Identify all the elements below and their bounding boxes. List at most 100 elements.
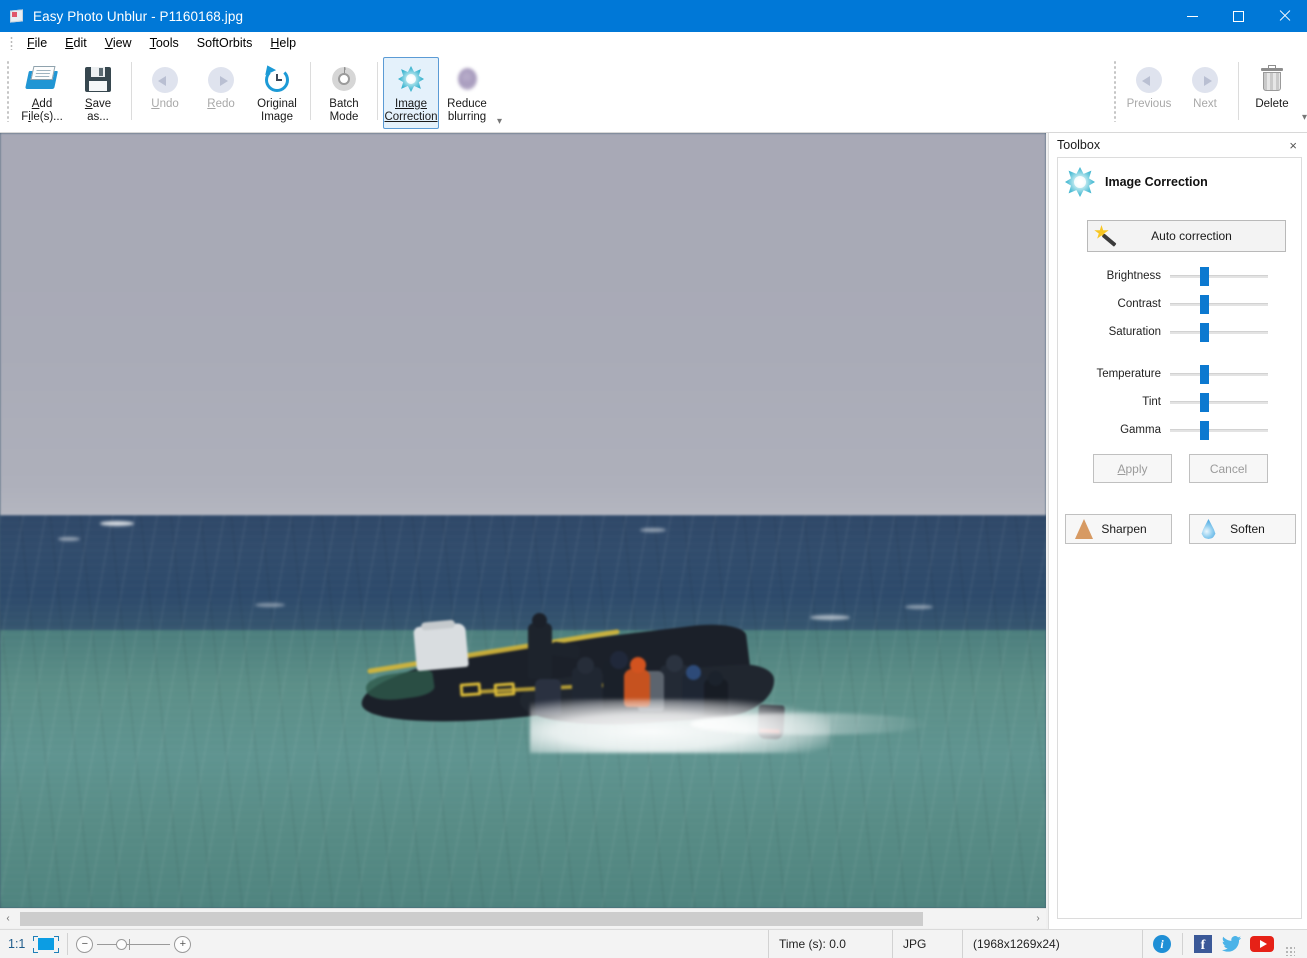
slider-contrast[interactable] xyxy=(1170,295,1268,313)
sharpen-button[interactable]: Sharpen xyxy=(1065,514,1172,544)
twitter-icon[interactable] xyxy=(1221,935,1241,953)
person-head xyxy=(577,657,594,674)
add-files-button[interactable]: AddFile(s)... xyxy=(14,57,70,129)
slider-thumb-gamma[interactable] xyxy=(1200,421,1209,440)
cancel-button[interactable]: Cancel xyxy=(1189,454,1268,483)
toolbar-group-file: AddFile(s)... Saveas... xyxy=(14,54,126,133)
info-icon[interactable]: i xyxy=(1153,935,1171,953)
trash-icon xyxy=(1256,63,1288,95)
fit-to-window-icon[interactable] xyxy=(33,936,59,953)
dimensions-field: (1968x1269x24) xyxy=(962,930,1142,958)
whitecap xyxy=(810,615,850,620)
redo-arrow-icon xyxy=(205,63,237,95)
reduce-blurring-button[interactable]: Reduceblurring xyxy=(439,57,495,129)
person-head xyxy=(630,657,646,673)
previous-arrow-icon xyxy=(1133,63,1165,95)
toolbar-group-navigation: Previous Next Delete ▾ xyxy=(1107,54,1307,129)
delete-button[interactable]: Delete xyxy=(1244,57,1300,129)
menu-grip[interactable] xyxy=(10,36,13,50)
toolbox-close-icon[interactable]: × xyxy=(1285,137,1301,154)
toolbar-group-history: Undo Redo OriginalImage xyxy=(137,54,305,133)
batch-mode-button[interactable]: BatchMode xyxy=(316,57,372,129)
slider-row-gamma: Gamma xyxy=(1058,416,1303,444)
scroll-left-button[interactable]: ‹ xyxy=(0,909,16,929)
slider-row-brightness: Brightness xyxy=(1058,262,1303,290)
zoom-slider-tick xyxy=(129,939,130,950)
original-image-button[interactable]: OriginalImage xyxy=(249,57,305,129)
zoom-slider-track[interactable] xyxy=(97,944,170,945)
window-title: Easy Photo Unblur - P1160168.jpg xyxy=(33,9,243,24)
menu-item-softorbits[interactable]: SoftOrbits xyxy=(188,34,262,52)
boat-console xyxy=(413,623,469,671)
zoom-in-button[interactable]: + xyxy=(174,936,191,953)
toolbar-overflow-button[interactable]: ▾ xyxy=(497,116,502,127)
slider-thumb-brightness[interactable] xyxy=(1200,267,1209,286)
slider-saturation[interactable] xyxy=(1170,323,1268,341)
undo-button[interactable]: Undo xyxy=(137,57,193,129)
menu-item-tools[interactable]: Tools xyxy=(141,34,188,52)
slider-thumb-temperature[interactable] xyxy=(1200,365,1209,384)
boat xyxy=(360,621,800,756)
zoom-out-button[interactable]: − xyxy=(76,936,93,953)
toolbar-overflow-button-right[interactable]: ▾ xyxy=(1302,112,1307,123)
previous-button[interactable]: Previous xyxy=(1121,57,1177,129)
redo-button[interactable]: Redo xyxy=(193,57,249,129)
slider-label-gamma: Gamma xyxy=(1058,424,1170,436)
slider-row-tint: Tint xyxy=(1058,388,1303,416)
toolbar-grip-right[interactable] xyxy=(1113,60,1117,122)
maximize-icon xyxy=(1233,11,1244,22)
soften-button[interactable]: Soften xyxy=(1189,514,1296,544)
zoom-slider[interactable]: − + xyxy=(76,932,191,956)
sharpen-triangle-icon xyxy=(1075,519,1093,539)
close-button[interactable] xyxy=(1261,0,1307,32)
auto-correction-button[interactable]: Auto correction xyxy=(1087,220,1286,252)
apply-button[interactable]: Apply xyxy=(1093,454,1172,483)
toolbox-body: Image Correction Auto correction Brightn… xyxy=(1057,157,1302,919)
sky-region xyxy=(0,133,1046,515)
whitecap xyxy=(58,537,80,541)
slider-tint[interactable] xyxy=(1170,393,1268,411)
youtube-icon[interactable] xyxy=(1250,936,1274,952)
image-canvas[interactable] xyxy=(0,133,1046,908)
slider-row-temperature: Temperature xyxy=(1058,360,1303,388)
slider-row-contrast: Contrast xyxy=(1058,290,1303,318)
slider-brightness[interactable] xyxy=(1170,267,1268,285)
menu-item-file[interactable]: File xyxy=(18,34,56,52)
horizontal-scrollbar[interactable]: ‹ › xyxy=(0,908,1046,928)
application-window: Easy Photo Unblur - P1160168.jpg File Ed… xyxy=(0,0,1307,958)
image-correction-button[interactable]: ImageCorrection xyxy=(383,57,439,129)
scrollbar-track[interactable] xyxy=(16,911,1030,927)
whitecap xyxy=(100,521,134,526)
slider-thumb-saturation[interactable] xyxy=(1200,323,1209,342)
toolbar-grip[interactable] xyxy=(6,60,10,122)
toolbox-panel: Toolbox × Image Correction Auto correcti… xyxy=(1048,133,1307,929)
social-icons: i f xyxy=(1143,930,1307,958)
time-field: Time (s): 0.0 xyxy=(768,930,892,958)
person xyxy=(528,623,552,679)
original-image-clock-icon xyxy=(261,63,293,95)
maximize-button[interactable] xyxy=(1215,0,1261,32)
scroll-right-button[interactable]: › xyxy=(1030,909,1046,929)
menu-item-view[interactable]: View xyxy=(96,34,141,52)
facebook-icon[interactable]: f xyxy=(1194,935,1212,953)
status-divider xyxy=(67,933,68,955)
slider-thumb-contrast[interactable] xyxy=(1200,295,1209,314)
auto-correction-label: Auto correction xyxy=(1120,229,1263,243)
zoom-slider-thumb[interactable] xyxy=(116,939,127,950)
sharpen-label: Sharpen xyxy=(1093,522,1155,536)
whitecap xyxy=(640,528,666,532)
resize-grip[interactable] xyxy=(1285,946,1295,956)
window-controls xyxy=(1169,0,1307,32)
zoom-ratio-label: 1:1 xyxy=(8,937,25,951)
slider-thumb-tint[interactable] xyxy=(1200,393,1209,412)
save-as-button[interactable]: Saveas... xyxy=(70,57,126,129)
slider-gamma[interactable] xyxy=(1170,421,1268,439)
reduce-blurring-blob-icon xyxy=(451,63,483,95)
menu-item-edit[interactable]: Edit xyxy=(56,34,96,52)
image-correction-star-icon xyxy=(1065,167,1095,197)
minimize-button[interactable] xyxy=(1169,0,1215,32)
scrollbar-thumb[interactable] xyxy=(20,912,923,926)
next-button[interactable]: Next xyxy=(1177,57,1233,129)
slider-temperature[interactable] xyxy=(1170,365,1268,383)
menu-item-help[interactable]: Help xyxy=(261,34,305,52)
